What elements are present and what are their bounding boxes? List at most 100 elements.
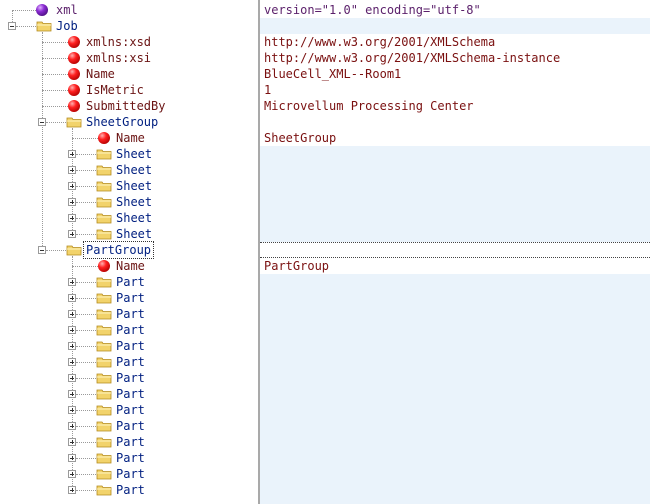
node-part-label[interactable]: Part xyxy=(116,482,145,498)
expand-toggle[interactable] xyxy=(68,214,76,222)
collapse-toggle[interactable] xyxy=(8,22,16,30)
tree-connector xyxy=(76,442,96,443)
node-attr-ismetric-value-row[interactable]: 1 xyxy=(260,82,650,98)
expand-toggle[interactable] xyxy=(68,150,76,158)
node-attr-ismetric-label[interactable]: IsMetric xyxy=(86,82,144,98)
node-sheetgroup-label[interactable]: SheetGroup xyxy=(86,114,158,130)
node-attr-xmlns-xsi-value[interactable]: http://www.w3.org/2001/XMLSchema-instanc… xyxy=(264,50,560,66)
node-sheetgroup-name-label[interactable]: Name xyxy=(116,130,145,146)
expand-toggle[interactable] xyxy=(68,438,76,446)
node-sheetgroup-name-value[interactable]: SheetGroup xyxy=(264,130,336,146)
folder-icon xyxy=(96,324,112,336)
folder-icon xyxy=(96,276,112,288)
node-partgroup-name-label[interactable]: Name xyxy=(116,258,145,274)
node-attr-name-value-row[interactable]: BlueCell_XML--Room1 xyxy=(260,66,650,82)
node-attr-xmlns-xsd-label[interactable]: xmlns:xsd xyxy=(86,34,151,50)
tree-connector xyxy=(76,282,96,283)
node-sheet-label[interactable]: Sheet xyxy=(116,226,152,242)
node-sheet-label[interactable]: Sheet xyxy=(116,194,152,210)
node-partgroup-label[interactable]: PartGroup xyxy=(83,241,155,259)
node-part-value-row xyxy=(260,322,650,338)
expand-toggle[interactable] xyxy=(68,182,76,190)
node-attr-submittedby-value-row[interactable]: Microvellum Processing Center xyxy=(260,98,650,114)
node-sheet-label[interactable]: Sheet xyxy=(116,146,152,162)
expand-toggle[interactable] xyxy=(68,278,76,286)
expand-toggle[interactable] xyxy=(68,374,76,382)
tree-pane: xml Job xmlns:xsd xmlns:xsi Name IsMetric Subm… xyxy=(0,0,258,504)
expand-toggle[interactable] xyxy=(68,486,76,494)
node-attr-submittedby-label[interactable]: SubmittedBy xyxy=(86,98,165,114)
node-part-label[interactable]: Part xyxy=(116,466,145,482)
expand-toggle[interactable] xyxy=(68,198,76,206)
expand-toggle[interactable] xyxy=(68,422,76,430)
node-part-label[interactable]: Part xyxy=(116,306,145,322)
node-sheet-label[interactable]: Sheet xyxy=(116,162,152,178)
node-partgroup-name-value-row[interactable]: PartGroup xyxy=(260,258,650,274)
node-sheet-label[interactable]: Sheet xyxy=(116,178,152,194)
tree-connector xyxy=(42,32,43,250)
folder-icon xyxy=(96,196,112,208)
node-partgroup-name-value[interactable]: PartGroup xyxy=(264,258,329,274)
folder-icon xyxy=(96,436,112,448)
node-part-value-row xyxy=(260,482,650,498)
node-part-label[interactable]: Part xyxy=(116,434,145,450)
node-part-value-row xyxy=(260,290,650,306)
node-attr-xmlns-xsi-label[interactable]: xmlns:xsi xyxy=(86,50,151,66)
node-xml-declaration-value[interactable]: version="1.0" encoding="utf-8" xyxy=(264,2,481,18)
folder-icon xyxy=(96,180,112,192)
tree-connector xyxy=(12,10,36,11)
node-attr-xmlns-xsi-value-row[interactable]: http://www.w3.org/2001/XMLSchema-instanc… xyxy=(260,50,650,66)
expand-toggle[interactable] xyxy=(68,230,76,238)
node-part-label[interactable]: Part xyxy=(116,290,145,306)
node-part-label[interactable]: Part xyxy=(116,354,145,370)
collapse-toggle[interactable] xyxy=(38,118,46,126)
node-attr-name-value[interactable]: BlueCell_XML--Room1 xyxy=(264,66,401,82)
expand-toggle[interactable] xyxy=(68,342,76,350)
node-sheetgroup-value-row xyxy=(260,114,650,130)
node-part-value-row xyxy=(260,466,650,482)
value-cell-empty xyxy=(260,482,650,498)
expand-toggle[interactable] xyxy=(68,326,76,334)
node-attr-submittedby-value[interactable]: Microvellum Processing Center xyxy=(264,98,474,114)
expand-toggle[interactable] xyxy=(68,454,76,462)
node-part-label[interactable]: Part xyxy=(116,450,145,466)
expand-toggle[interactable] xyxy=(68,470,76,478)
folder-icon xyxy=(96,484,112,496)
folder-icon xyxy=(96,340,112,352)
node-xml-declaration-label[interactable]: xml xyxy=(56,2,78,18)
node-part-label[interactable]: Part xyxy=(116,322,145,338)
node-part-label[interactable]: Part xyxy=(116,418,145,434)
node-attr-name-label[interactable]: Name xyxy=(86,66,115,82)
node-job-label[interactable]: Job xyxy=(56,18,78,34)
expand-toggle[interactable] xyxy=(68,406,76,414)
node-part-label[interactable]: Part xyxy=(116,370,145,386)
expand-toggle[interactable] xyxy=(68,294,76,302)
expand-toggle[interactable] xyxy=(68,166,76,174)
value-cell-empty xyxy=(260,338,650,354)
node-attr-ismetric-value[interactable]: 1 xyxy=(264,82,271,98)
collapse-toggle[interactable] xyxy=(38,246,46,254)
node-part-label[interactable]: Part xyxy=(116,274,145,290)
tree-connector xyxy=(76,394,96,395)
node-part-label[interactable]: Part xyxy=(116,338,145,354)
node-xml-declaration-value-row[interactable]: version="1.0" encoding="utf-8" xyxy=(260,2,650,18)
node-part-value-row xyxy=(260,386,650,402)
node-sheetgroup-name-value-row[interactable]: SheetGroup xyxy=(260,130,650,146)
tree-connector xyxy=(76,410,96,411)
expand-toggle[interactable] xyxy=(68,358,76,366)
tree-connector xyxy=(76,378,96,379)
expand-toggle[interactable] xyxy=(68,390,76,398)
node-part-value-row xyxy=(260,306,650,322)
node-part-value-row xyxy=(260,274,650,290)
expand-toggle[interactable] xyxy=(68,310,76,318)
tree-connector xyxy=(76,218,96,219)
node-part-label[interactable]: Part xyxy=(116,386,145,402)
node-job-value-row xyxy=(260,18,650,34)
tree-connector xyxy=(76,346,96,347)
node-attr-xmlns-xsd-value[interactable]: http://www.w3.org/2001/XMLSchema xyxy=(264,34,495,50)
node-sheet-value-row xyxy=(260,210,650,226)
node-attr-xmlns-xsd-value-row[interactable]: http://www.w3.org/2001/XMLSchema xyxy=(260,34,650,50)
tree-connector xyxy=(42,106,68,107)
node-part-label[interactable]: Part xyxy=(116,402,145,418)
node-sheet-label[interactable]: Sheet xyxy=(116,210,152,226)
